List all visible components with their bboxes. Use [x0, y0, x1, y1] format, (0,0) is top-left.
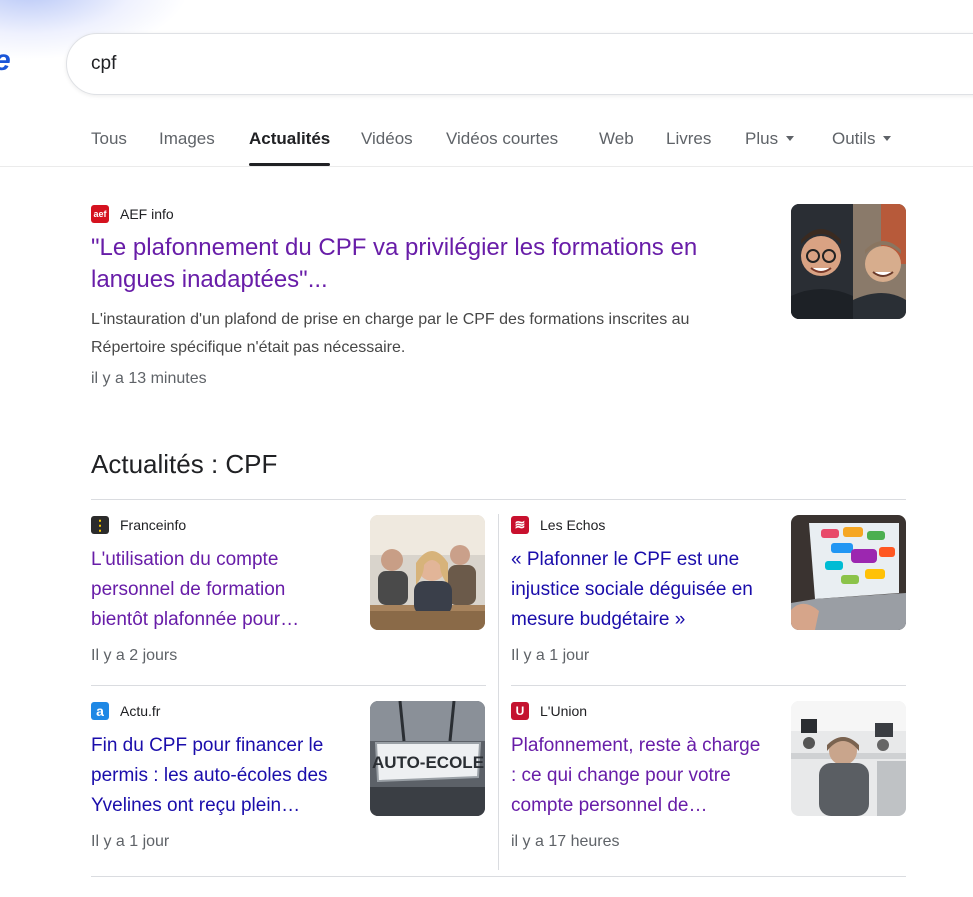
news-timestamp: Il y a 2 jours: [91, 647, 178, 664]
news-thumbnail-image[interactable]: [370, 515, 485, 630]
source-favicon-icon: a: [91, 702, 109, 720]
result-snippet: L'instauration d'un plafond de prise en …: [91, 311, 690, 356]
search-box[interactable]: [66, 33, 973, 95]
news-card[interactable]: a Actu.fr Fin du CPF pour financer le pe…: [91, 701, 486, 851]
search-input[interactable]: [91, 34, 891, 94]
tab-videos-courtes[interactable]: Vidéos courtes: [446, 118, 558, 164]
search-tabs: Tous Images Actualités Vidéos Vidéos cou…: [91, 118, 973, 166]
divider: [511, 685, 906, 686]
news-title-link[interactable]: Plafonnement, reste à charge : ce qui ch…: [511, 731, 761, 821]
result-title-link[interactable]: "Le plafonnement du CPF va privilégier l…: [91, 232, 761, 296]
caret-down-icon: [883, 136, 892, 142]
divider: [91, 685, 486, 686]
column-divider: [498, 514, 499, 870]
tab-videos[interactable]: Vidéos: [361, 118, 413, 164]
news-thumbnail-image[interactable]: [791, 701, 906, 816]
tab-images[interactable]: Images: [159, 118, 215, 164]
news-card[interactable]: U L'Union Plafonnement, reste à charge :…: [511, 701, 906, 851]
result-timestamp: il y a 13 minutes: [91, 370, 207, 387]
tab-web[interactable]: Web: [599, 118, 634, 164]
source-name: Les Echos: [540, 517, 606, 533]
google-logo-fragment[interactable]: e: [0, 44, 11, 78]
news-card[interactable]: ≋ Les Echos « Plafonner le CPF est une i…: [511, 515, 906, 665]
news-thumbnail-image[interactable]: [791, 515, 906, 630]
source-name: L'Union: [540, 703, 588, 719]
news-card[interactable]: ⋮ Franceinfo L'utilisation du compte per…: [91, 515, 486, 665]
source-favicon-icon: ⋮: [91, 516, 109, 534]
source-name: AEF info: [120, 206, 174, 222]
news-timestamp: il y a 17 heures: [511, 833, 620, 850]
source-row[interactable]: aef AEF info: [91, 204, 906, 224]
tab-livres[interactable]: Livres: [666, 118, 711, 164]
tab-actualites[interactable]: Actualités: [249, 118, 331, 166]
result-thumbnail-image[interactable]: [791, 204, 906, 319]
news-thumbnail-image[interactable]: AUTO-ECOLE: [370, 701, 485, 816]
tab-plus[interactable]: Plus: [745, 118, 795, 164]
divider: [91, 876, 906, 877]
news-timestamp: Il y a 1 jour: [91, 833, 170, 850]
news-timestamp: Il y a 1 jour: [511, 647, 590, 664]
section-title: Actualités : CPF: [91, 449, 278, 479]
caret-down-icon: [786, 136, 795, 142]
source-favicon-icon: ≋: [511, 516, 529, 534]
source-favicon-icon: aef: [91, 205, 109, 223]
tabs-divider: [0, 166, 973, 167]
news-title-link[interactable]: L'utilisation du compte personnel de for…: [91, 545, 341, 635]
news-title-link[interactable]: « Plafonner le CPF est une injustice soc…: [511, 545, 761, 635]
news-title-link[interactable]: Fin du CPF pour financer le permis : les…: [91, 731, 341, 821]
divider: [91, 499, 906, 500]
tab-outils[interactable]: Outils: [832, 118, 892, 164]
source-name: Actu.fr: [120, 703, 161, 719]
source-favicon-icon: U: [511, 702, 529, 720]
source-name: Franceinfo: [120, 517, 187, 533]
top-news-result: aef AEF info "Le plafonnement du CPF va …: [91, 204, 906, 388]
tab-tous[interactable]: Tous: [91, 118, 127, 164]
sign-text: AUTO-ECOLE: [372, 753, 484, 772]
